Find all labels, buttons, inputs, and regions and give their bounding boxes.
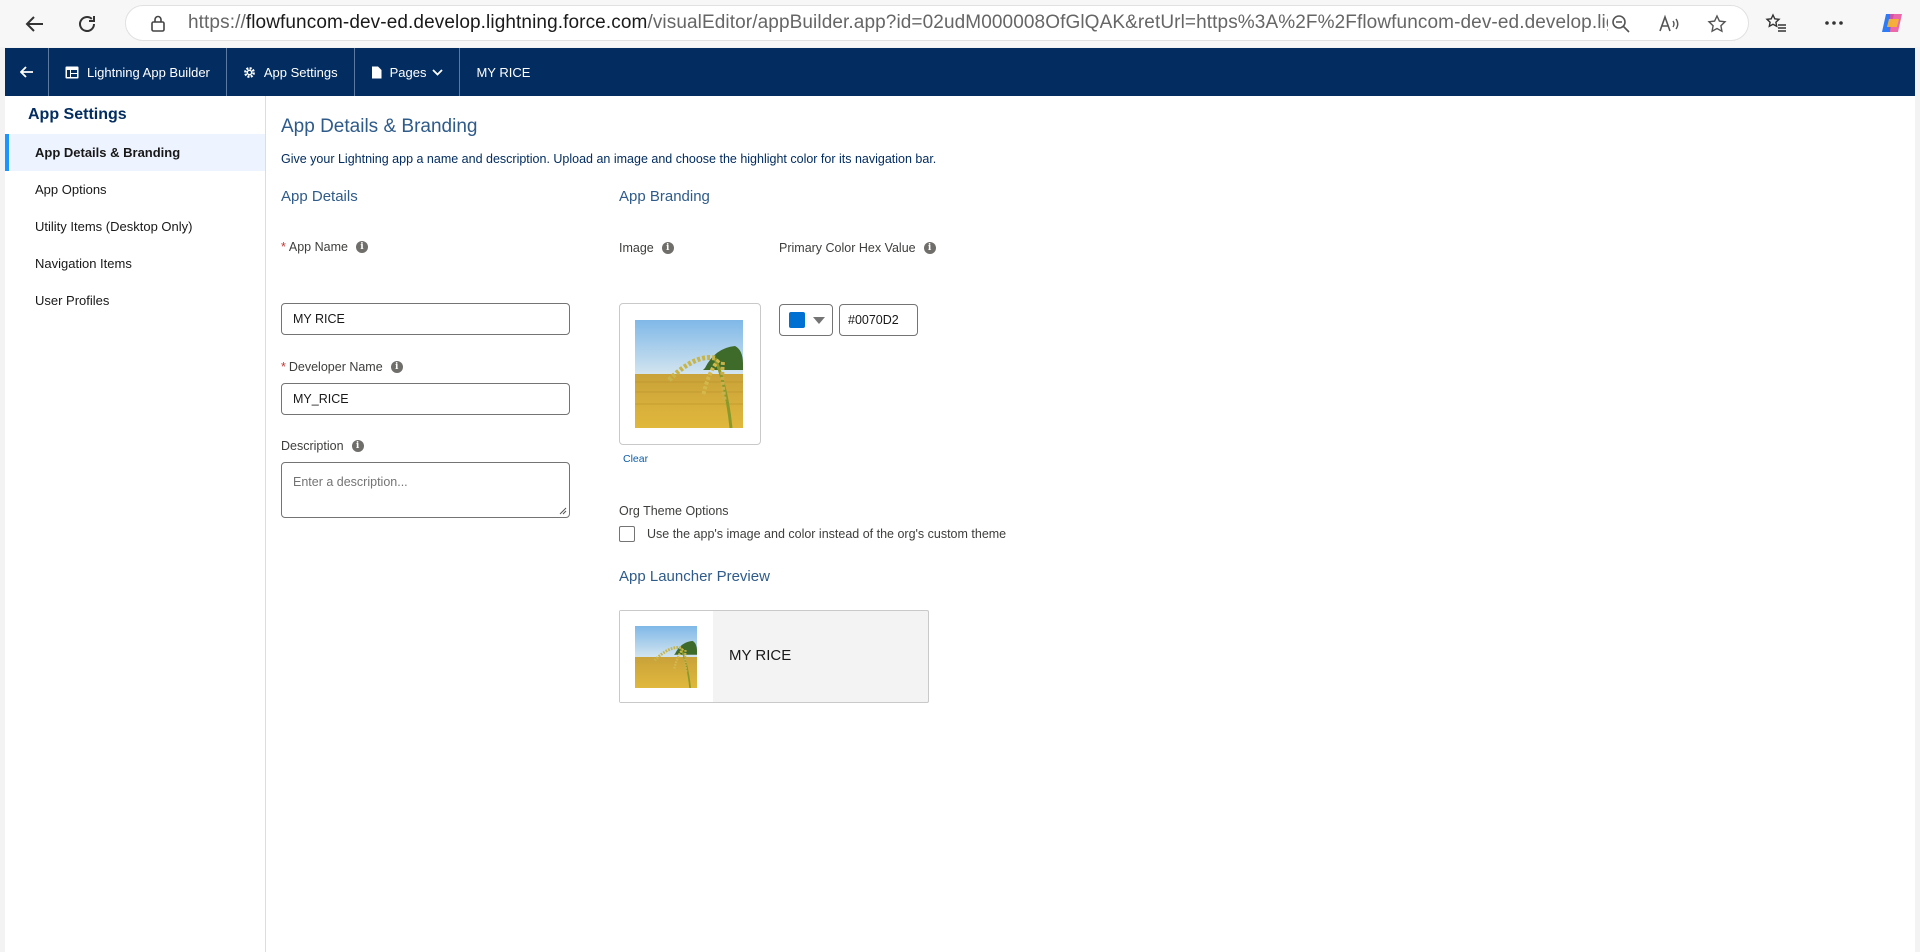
color-picker-button[interactable] (779, 304, 833, 336)
browser-back-icon[interactable] (17, 6, 53, 42)
app-settings-button[interactable]: App Settings (227, 48, 355, 96)
sidebar-item-user-profiles[interactable]: User Profiles (5, 282, 265, 319)
primary-color-hex-value: #0070D2 (848, 313, 899, 327)
lock-icon[interactable] (146, 11, 170, 35)
required-marker: * (281, 360, 286, 374)
address-bar[interactable]: https://flowfuncom-dev-ed.develop.lightn… (125, 5, 1749, 41)
info-icon[interactable]: i (355, 241, 368, 253)
primary-color-label-text: Primary Color Hex Value (779, 241, 916, 255)
description-label-text: Description (281, 439, 344, 453)
image-label-text: Image (619, 241, 654, 255)
info-icon[interactable]: i (661, 242, 674, 254)
preview-thumbnail-area (620, 611, 713, 702)
required-marker: * (281, 240, 286, 254)
image-label: Image i (619, 241, 674, 255)
description-textarea[interactable]: Enter a description... (281, 462, 570, 518)
page-icon (371, 66, 382, 79)
resize-handle-icon[interactable] (559, 507, 567, 515)
clear-image-link[interactable]: Clear (623, 453, 648, 465)
info-icon[interactable]: i (351, 440, 364, 452)
browser-refresh-icon[interactable] (69, 6, 105, 42)
page-title: App Details & Branding (281, 116, 478, 137)
page-description: Give your Lightning app a name and descr… (281, 152, 937, 166)
read-aloud-icon[interactable] (1656, 11, 1682, 37)
app-branding-heading: App Branding (619, 188, 710, 205)
app-launcher-preview-heading: App Launcher Preview (619, 568, 770, 585)
pages-label: Pages (389, 64, 427, 80)
app-launcher-preview-card: MY RICE (619, 610, 929, 703)
description-placeholder: Enter a description... (293, 475, 408, 489)
lightning-app-builder-button[interactable]: Lightning App Builder (49, 48, 227, 96)
browser-toolbar: https://flowfuncom-dev-ed.develop.lightn… (0, 0, 1920, 47)
builder-back-button[interactable] (5, 48, 49, 96)
developer-name-label-text: Developer Name (288, 360, 383, 374)
copilot-icon[interactable] (1878, 9, 1906, 37)
app-name-label-text: App Name (288, 240, 348, 254)
sidebar-item-app-details[interactable]: App Details & Branding (5, 134, 265, 171)
developer-name-input[interactable]: MY_RICE (281, 383, 570, 415)
org-theme-label: Org Theme Options (619, 504, 729, 518)
app-name-input[interactable]: MY RICE (281, 303, 570, 335)
info-icon[interactable]: i (390, 361, 403, 373)
app-builder-frame: Lightning App Builder App Settings Pages… (5, 48, 1915, 952)
favorite-star-icon[interactable] (1704, 11, 1730, 37)
url-text[interactable]: https://flowfuncom-dev-ed.develop.lightn… (188, 12, 1608, 34)
sidebar-item-app-options[interactable]: App Options (5, 171, 265, 208)
rice-image (635, 320, 743, 428)
zoom-out-icon[interactable] (1608, 11, 1634, 37)
caret-down-icon (813, 316, 825, 324)
app-image-upload[interactable] (619, 303, 761, 445)
sidebar-item-utility-items[interactable]: Utility Items (Desktop Only) (5, 208, 265, 245)
org-theme-checkbox-label[interactable]: Use the app's image and color instead of… (647, 527, 1006, 541)
back-arrow-icon (19, 66, 33, 78)
gear-icon (243, 66, 256, 79)
current-app-name: MY RICE (476, 64, 531, 80)
main-content: App Details & Branding Give your Lightni… (281, 96, 1901, 952)
app-name-label: * App Name i (281, 240, 368, 254)
developer-name-label: * Developer Name i (281, 360, 403, 374)
app-details-heading: App Details (281, 188, 358, 205)
preview-rice-image (635, 626, 697, 688)
org-theme-checkbox[interactable] (619, 526, 635, 542)
preview-app-name: MY RICE (729, 647, 792, 664)
chevron-down-icon (432, 68, 444, 76)
builder-label: Lightning App Builder (87, 64, 210, 80)
pages-dropdown[interactable]: Pages (355, 48, 461, 96)
settings-sidebar: App Settings App Details & Branding App … (5, 96, 266, 952)
primary-color-label: Primary Color Hex Value i (779, 241, 936, 255)
sidebar-title: App Settings (28, 106, 127, 123)
more-options-icon[interactable] (1820, 9, 1848, 37)
app-settings-label: App Settings (263, 64, 338, 80)
color-swatch (789, 312, 805, 328)
builder-top-nav: Lightning App Builder App Settings Pages… (5, 48, 1915, 96)
favorites-list-icon[interactable] (1762, 9, 1790, 37)
app-name-value: MY RICE (293, 312, 345, 326)
builder-icon (65, 66, 79, 79)
info-icon[interactable]: i (923, 242, 936, 254)
sidebar-item-navigation-items[interactable]: Navigation Items (5, 245, 265, 282)
primary-color-hex-input[interactable]: #0070D2 (839, 304, 918, 336)
developer-name-value: MY_RICE (293, 392, 349, 406)
description-label: Description i (281, 439, 364, 453)
